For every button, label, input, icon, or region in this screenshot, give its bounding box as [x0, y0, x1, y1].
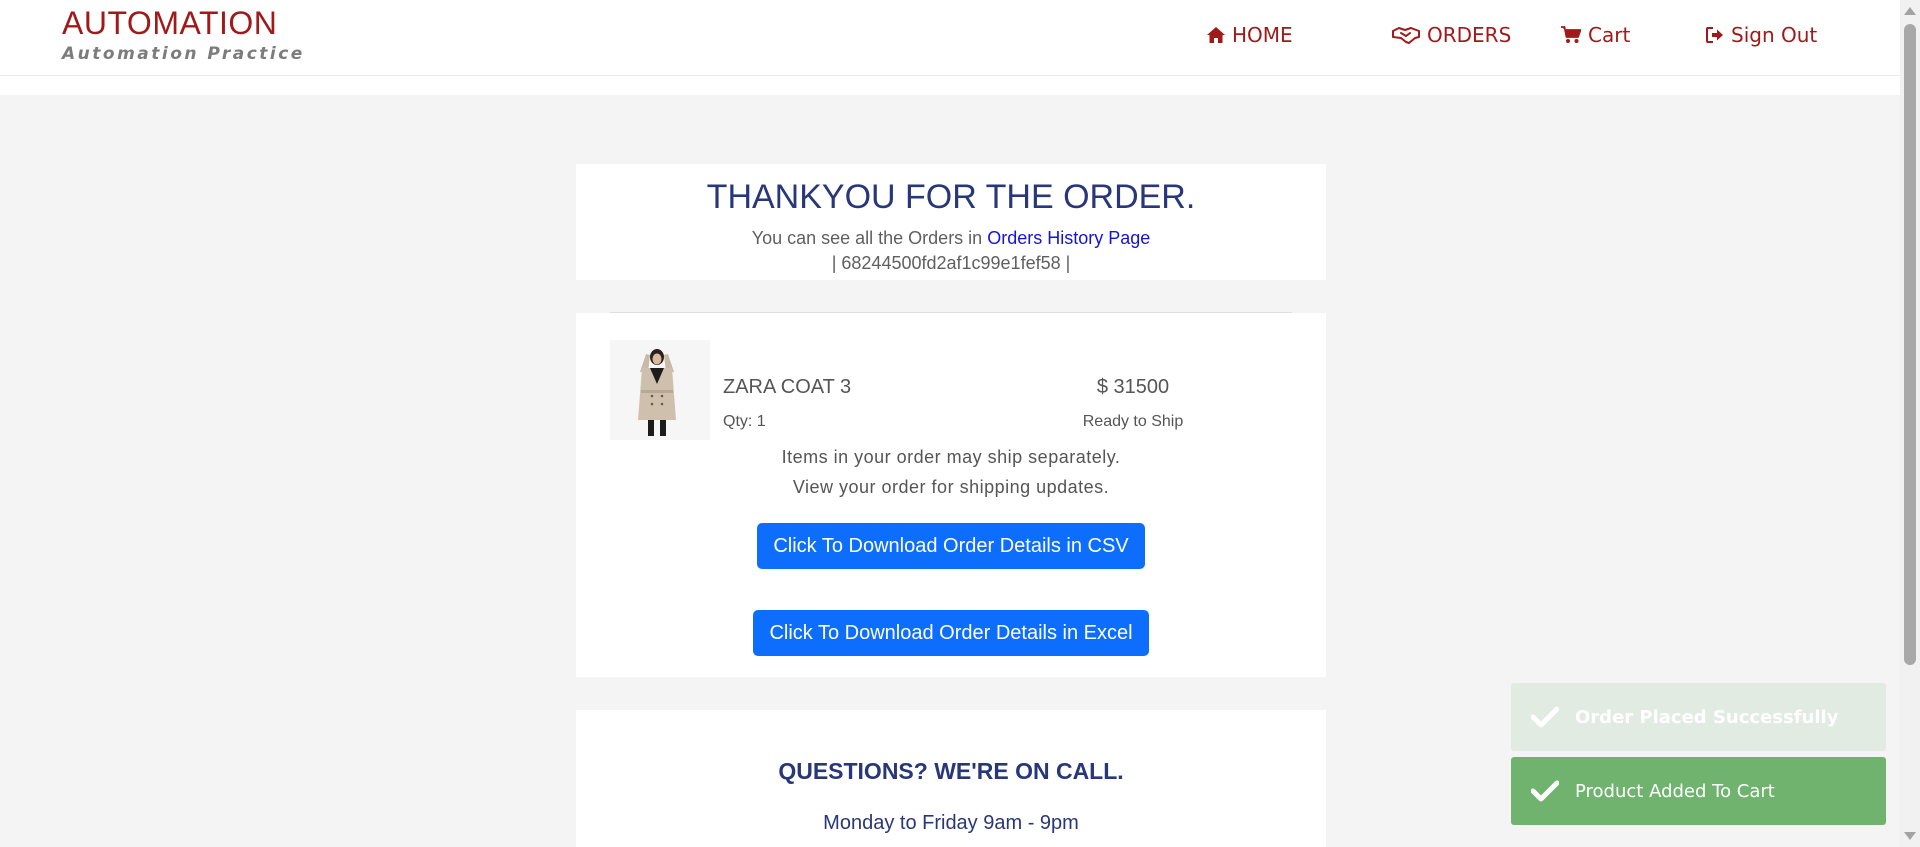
toast-order-placed[interactable]: Order Placed Successfully	[1511, 683, 1886, 751]
toast-message: Product Added To Cart	[1575, 780, 1775, 802]
confirmation-title: THANKYOU FOR THE ORDER.	[706, 178, 1196, 216]
nav-signout-label: Sign Out	[1731, 23, 1818, 47]
brand-subtitle: Automation Practice	[62, 44, 305, 64]
order-summary-panel: ZARA COAT 3 $ 31500 Qty: 1 Ready to Ship…	[576, 313, 1326, 677]
product-name: ZARA COAT 3	[723, 376, 852, 398]
orders-history-link[interactable]: Orders History Page	[987, 228, 1150, 248]
nav-home-label: HOME	[1232, 23, 1293, 47]
product-image	[610, 340, 710, 440]
shopping-cart-icon	[1561, 26, 1581, 43]
download-csv-button[interactable]: Click To Download Order Details in CSV	[757, 523, 1145, 569]
product-status: Ready to Ship	[1082, 413, 1184, 430]
home-icon	[1207, 27, 1225, 43]
nav-home-button[interactable]: HOME	[1207, 22, 1293, 48]
confirmation-subtitle: You can see all the Orders in Orders His…	[576, 227, 1326, 249]
download-excel-button[interactable]: Click To Download Order Details in Excel	[753, 610, 1149, 656]
confirmation-subtitle-text: You can see all the Orders in	[751, 228, 983, 248]
handshake-icon	[1392, 27, 1420, 44]
scrollbar-thumb[interactable]	[1904, 24, 1916, 665]
product-price: $ 31500	[1096, 376, 1170, 398]
brand-title: AUTOMATION	[62, 5, 278, 41]
coat-model-image	[610, 340, 710, 440]
scroll-up-arrow[interactable]	[1904, 7, 1916, 15]
site-header: AUTOMATION Automation Practice HOME ORDE…	[0, 0, 1900, 76]
sign-out-icon	[1706, 27, 1723, 43]
shipping-note-2: View your order for shipping updates.	[792, 477, 1110, 497]
header-spacer	[0, 76, 1900, 95]
product-quantity: Qty: 1	[723, 413, 766, 430]
toast-product-added[interactable]: Product Added To Cart	[1511, 757, 1886, 825]
page-scrollbar[interactable]	[1900, 0, 1920, 847]
scroll-down-arrow[interactable]	[1904, 832, 1916, 840]
nav-signout-button[interactable]: Sign Out	[1706, 22, 1817, 48]
check-icon	[1531, 780, 1559, 802]
nav-cart-button[interactable]: Cart	[1561, 22, 1630, 48]
shipping-note-1: Items in your order may ship separately.	[781, 447, 1121, 467]
support-hours: Monday to Friday 9am - 9pm	[823, 812, 1079, 834]
nav-orders-label: ORDERS	[1427, 23, 1512, 47]
nav-cart-label: Cart	[1588, 23, 1631, 47]
support-panel: QUESTIONS? WE'RE ON CALL. Monday to Frid…	[576, 710, 1326, 847]
toast-message: Order Placed Successfully	[1575, 706, 1839, 728]
support-title: QUESTIONS? WE'RE ON CALL.	[778, 758, 1124, 784]
order-id: | 68244500fd2af1c99e1fef58 |	[831, 253, 1071, 273]
brand-logo[interactable]: AUTOMATION Automation Practice	[62, 6, 305, 64]
order-confirmation-panel: THANKYOU FOR THE ORDER. You can see all …	[576, 164, 1326, 280]
nav-orders-button[interactable]: ORDERS	[1392, 22, 1511, 48]
check-icon	[1531, 706, 1559, 728]
